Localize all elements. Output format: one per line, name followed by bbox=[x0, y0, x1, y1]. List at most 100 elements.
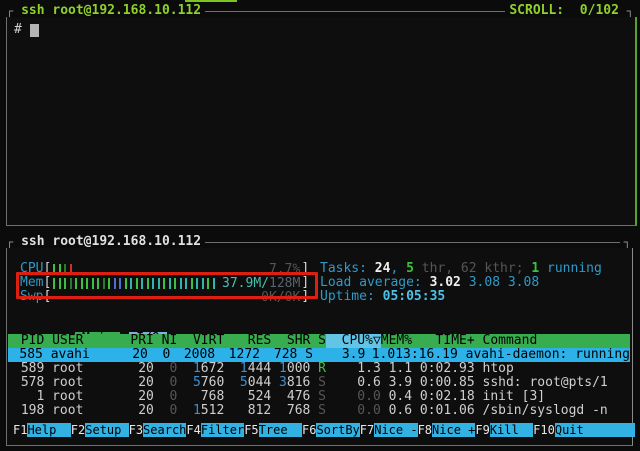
top-pane[interactable] bbox=[6, 17, 637, 226]
fkey-label-filter[interactable]: Filter bbox=[201, 423, 244, 437]
mem-used-value: 37.9M/ bbox=[222, 276, 269, 291]
cell-ni: 0 bbox=[154, 404, 177, 418]
cell-virt: 5760 bbox=[177, 376, 224, 390]
fkey-f10[interactable]: F10 bbox=[533, 423, 555, 437]
cpu-meter-label: CPU bbox=[20, 262, 43, 276]
column-header-mem[interactable]: MEM% bbox=[381, 334, 412, 348]
mem-meter-label: Mem bbox=[20, 276, 43, 290]
cell-time: 0:01.06 bbox=[412, 404, 475, 418]
cell-ni: 0 bbox=[154, 390, 177, 404]
column-header-pri[interactable]: PRI bbox=[123, 334, 154, 348]
cell-res: 812 bbox=[224, 404, 271, 418]
fkey-label-kill[interactable]: Kill bbox=[490, 423, 533, 437]
cell-user: avahi bbox=[43, 348, 118, 362]
process-row[interactable]: 578root200576050443816S0.63.90:00.85sshd… bbox=[8, 376, 630, 390]
cell-res: 5044 bbox=[224, 376, 271, 390]
fkey-label-help[interactable]: Help bbox=[27, 423, 70, 437]
column-header-virt[interactable]: VIRT bbox=[177, 334, 224, 348]
cell-s: S bbox=[310, 376, 326, 390]
fkey-label-search[interactable]: Search bbox=[143, 423, 186, 437]
process-row[interactable]: 198root2001512812768S0.00.60:01.06/sbin/… bbox=[8, 404, 630, 418]
htop-app: CPU[7.7%] Mem[37.9M/128M] Swp[0K/0K] Tas… bbox=[7, 250, 633, 444]
process-row[interactable]: 585avahi20020081272728S3.91.013:16.19ava… bbox=[8, 348, 630, 362]
mem-total-value: 128M bbox=[269, 276, 300, 291]
fkey-f5[interactable]: F5 bbox=[244, 423, 258, 437]
cell-pid: 1 bbox=[13, 390, 44, 404]
fkey-label-sortby[interactable]: SortBy bbox=[316, 423, 359, 437]
cell-pid: 578 bbox=[13, 376, 44, 390]
column-header-s[interactable]: S bbox=[310, 334, 326, 348]
fkey-label-nice-[interactable]: Nice - bbox=[374, 423, 417, 437]
pane-border-line bbox=[205, 11, 505, 12]
column-header-user[interactable]: USER bbox=[44, 334, 122, 348]
video-progress-sliver bbox=[185, 0, 237, 2]
cell-virt: 1512 bbox=[177, 404, 224, 418]
swap-meter: Swp[0K/0K] bbox=[20, 290, 309, 304]
htop-tab-bar: MainI/O bbox=[28, 318, 167, 332]
column-header-time[interactable]: TIME+ bbox=[412, 334, 475, 348]
fkey-label-tree[interactable]: Tree bbox=[259, 423, 302, 437]
column-header-shr[interactable]: SHR bbox=[271, 334, 310, 348]
process-row[interactable]: 589root200167214441000R1.31.10:02.93htop bbox=[8, 362, 630, 376]
fkey-f7[interactable]: F7 bbox=[360, 423, 374, 437]
fkey-f2[interactable]: F2 bbox=[71, 423, 85, 437]
bottom-pane-title: ssh root@192.168.10.112 bbox=[21, 235, 201, 249]
cell-ni: 0 bbox=[154, 362, 177, 376]
fkey-f6[interactable]: F6 bbox=[302, 423, 316, 437]
cell-mem: 0.6 bbox=[381, 404, 412, 418]
fkey-label-quit[interactable]: Quit bbox=[555, 423, 635, 437]
cell-ni: 0 bbox=[148, 348, 170, 362]
cell-shr: 728 bbox=[260, 348, 297, 362]
cell-res: 524 bbox=[224, 390, 271, 404]
fkey-f4[interactable]: F4 bbox=[186, 423, 200, 437]
fkey-f8[interactable]: F8 bbox=[418, 423, 432, 437]
cell-pri: 20 bbox=[118, 348, 148, 362]
bottom-pane-title-bar: ┌ ssh root@192.168.10.112 ┐ bbox=[6, 235, 631, 249]
cell-user: root bbox=[44, 390, 122, 404]
cell-res: 1444 bbox=[224, 362, 271, 376]
cell-virt: 1672 bbox=[177, 362, 224, 376]
pane-border-line bbox=[205, 242, 620, 243]
cell-s: S bbox=[297, 348, 313, 362]
cell-cmd: init [3] bbox=[475, 390, 630, 404]
column-header-pid[interactable]: PID bbox=[13, 334, 44, 348]
cell-s: S bbox=[310, 404, 326, 418]
prompt-char: # bbox=[14, 22, 22, 37]
fkey-label-setup[interactable]: Setup bbox=[85, 423, 128, 437]
cell-pri: 20 bbox=[123, 362, 154, 376]
cell-user: root bbox=[44, 376, 122, 390]
cell-time: 0:00.85 bbox=[412, 376, 475, 390]
cell-mem: 3.9 bbox=[381, 376, 412, 390]
cell-shr: 3816 bbox=[271, 376, 310, 390]
cell-user: root bbox=[44, 362, 122, 376]
tasks-summary: Tasks: 24, 5 thr, 62 kthr; 1 running bbox=[320, 262, 602, 276]
cell-cpu: 0.0 bbox=[326, 390, 381, 404]
cell-shr: 476 bbox=[271, 390, 310, 404]
scroll-indicator-label: SCROLL: bbox=[509, 4, 564, 18]
column-header-ni[interactable]: NI bbox=[154, 334, 177, 348]
cell-shr: 1000 bbox=[271, 362, 310, 376]
process-row[interactable]: 1root200768524476S0.00.40:02.18init [3] bbox=[8, 390, 630, 404]
cell-cpu: 0.6 bbox=[326, 376, 381, 390]
process-table-body: 585avahi20020081272728S3.91.013:16.19ava… bbox=[8, 348, 630, 418]
load-average: Load average: 3.02 3.08 3.08 bbox=[320, 276, 539, 290]
shell-prompt[interactable]: # bbox=[14, 22, 39, 37]
process-table: PIDUSERPRINIVIRTRESSHRSCPU%▽MEM%TIME+Com… bbox=[8, 334, 630, 418]
process-table-header[interactable]: PIDUSERPRINIVIRTRESSHRSCPU%▽MEM%TIME+Com… bbox=[8, 334, 630, 348]
uptime: Uptime: 05:05:35 bbox=[320, 290, 445, 304]
top-pane-title: ssh root@192.168.10.112 bbox=[21, 4, 201, 18]
swap-meter-label: Swp bbox=[20, 290, 43, 304]
fkey-f3[interactable]: F3 bbox=[129, 423, 143, 437]
column-header-cpu[interactable]: CPU%▽ bbox=[326, 334, 381, 348]
fkey-label-nice-[interactable]: Nice + bbox=[432, 423, 475, 437]
column-header-res[interactable]: RES bbox=[224, 334, 271, 348]
fkey-f9[interactable]: F9 bbox=[475, 423, 489, 437]
column-header-cmd[interactable]: Command bbox=[475, 334, 630, 348]
cell-mem: 0.4 bbox=[381, 390, 412, 404]
fkey-f1[interactable]: F1 bbox=[13, 423, 27, 437]
cell-virt: 768 bbox=[177, 390, 224, 404]
pane-corner-right: ┐ bbox=[624, 235, 631, 249]
cell-pri: 20 bbox=[123, 404, 154, 418]
swap-meter-value: 0K/0K bbox=[261, 291, 300, 305]
top-pane-title-bar: ┌ ssh root@192.168.10.112 SCROLL: 0/102 … bbox=[6, 4, 634, 18]
